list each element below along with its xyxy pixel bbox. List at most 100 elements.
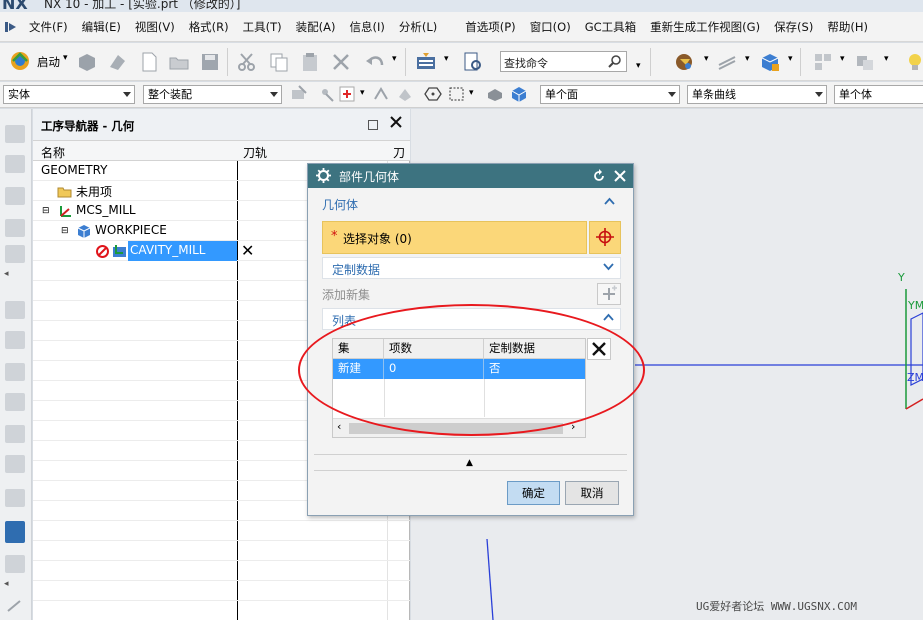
select-object-button[interactable] (589, 221, 621, 254)
copy-icon[interactable] (268, 51, 290, 73)
body-rule-select[interactable]: 单个体 (834, 85, 923, 104)
custom-data-section-header[interactable]: 定制数据 (322, 257, 621, 279)
part-icon[interactable] (76, 51, 98, 73)
menu-assembly[interactable]: 装配(A) (289, 19, 343, 35)
curve-rule-select[interactable]: 单条曲线 (687, 85, 827, 104)
paste-icon[interactable] (299, 51, 321, 73)
render-dropdown-icon[interactable]: ▾ (884, 54, 889, 64)
shaded-view-icon[interactable] (486, 85, 504, 103)
geometry-section-header[interactable]: 几何体 (322, 193, 621, 215)
search-icon[interactable] (608, 54, 622, 71)
new-file-icon[interactable] (138, 51, 160, 73)
dialog-title-bar[interactable]: 部件几何体 (308, 164, 633, 188)
layer-dropdown-icon[interactable]: ▾ (444, 54, 449, 64)
close-icon[interactable] (389, 115, 403, 132)
menu-file[interactable]: 文件(F) (22, 19, 75, 35)
view-layout-dropdown-icon[interactable]: ▾ (840, 54, 845, 64)
open-folder-icon[interactable] (168, 51, 190, 73)
menu-analysis[interactable]: 分析(L) (392, 19, 444, 35)
menu-view[interactable]: 视图(V) (128, 19, 182, 35)
menu-gc-toolkit[interactable]: GC工具箱 (578, 19, 643, 35)
face-rule-select[interactable]: 单个面 (540, 85, 680, 104)
cut-icon[interactable] (236, 51, 258, 73)
chevron-down-icon[interactable] (603, 261, 614, 272)
general-selection-icon[interactable] (290, 85, 308, 103)
maximize-icon[interactable] (368, 120, 378, 130)
part-navigator-icon[interactable] (5, 187, 25, 205)
mfg-dropdown-icon[interactable]: ▾ (704, 54, 709, 64)
collapse-arrow-bottom-icon[interactable]: ◂ (4, 579, 9, 589)
layer-settings-icon[interactable] (415, 51, 437, 73)
assembly-box-icon[interactable] (759, 51, 781, 73)
program-order-icon[interactable] (5, 363, 25, 381)
roles-icon[interactable] (5, 489, 25, 507)
start-icon[interactable] (9, 50, 31, 72)
select-feature-icon[interactable] (318, 85, 336, 103)
chevron-up-icon[interactable] (604, 196, 615, 207)
menu-preferences[interactable]: 首选项(P) (458, 19, 522, 35)
start-button[interactable]: 启动 (37, 54, 60, 70)
lightbulb-icon[interactable] (904, 51, 923, 73)
menu-info[interactable]: 信息(I) (343, 19, 392, 35)
constraint-navigator-icon[interactable] (5, 155, 25, 173)
collapse-toggle-icon[interactable]: ⊟ (61, 226, 69, 236)
mfg-wizard-icon[interactable] (674, 51, 696, 73)
hatch-icon[interactable] (716, 51, 738, 73)
type-filter-select[interactable]: 实体 (3, 85, 135, 104)
hexagon-icon[interactable] (424, 85, 442, 103)
assembly-navigator-icon[interactable] (5, 125, 25, 143)
clock-history-icon[interactable] (5, 555, 25, 573)
select-body-icon[interactable] (396, 85, 414, 103)
expand-more-icon[interactable]: ▲ (466, 458, 473, 468)
cancel-button[interactable]: 取消 (565, 481, 619, 505)
snap-point-icon[interactable] (338, 85, 356, 103)
command-finder-icon[interactable] (462, 51, 484, 73)
menu-regenerate-view[interactable]: 重新生成工作视图(G) (643, 19, 767, 35)
machine-navigator-icon[interactable] (5, 245, 25, 263)
menu-save[interactable]: 保存(S) (767, 19, 820, 35)
assembly-dropdown-icon[interactable]: ▾ (788, 54, 793, 64)
collapse-arrow-icon[interactable]: ◂ (4, 269, 9, 279)
dialog-close-icon[interactable] (613, 169, 627, 186)
rectangle-select-dropdown-icon[interactable]: ▾ (469, 88, 474, 98)
add-new-set-button[interactable] (597, 283, 621, 305)
view-layout-icon[interactable] (812, 51, 834, 73)
undo-dropdown-icon[interactable]: ▾ (392, 54, 397, 64)
hatch-dropdown-icon[interactable]: ▾ (745, 54, 750, 64)
column-toolpath[interactable]: 刀轨 (243, 144, 267, 161)
history-icon[interactable] (5, 521, 25, 543)
blue-cube-icon[interactable] (510, 85, 528, 103)
model-icon[interactable] (106, 51, 128, 73)
feature-view-icon[interactable] (5, 455, 25, 473)
rectangle-select-icon[interactable] (448, 85, 466, 103)
undo-icon[interactable] (364, 51, 386, 73)
select-edge-icon[interactable] (372, 85, 390, 103)
command-search-input[interactable]: 查找命令 (500, 51, 627, 72)
menu-edit[interactable]: 编辑(E) (75, 19, 128, 35)
column-tool[interactable]: 刀 (393, 144, 405, 161)
reuse-library-icon[interactable] (5, 219, 25, 237)
reset-icon[interactable] (592, 169, 606, 186)
menu-help[interactable]: 帮助(H) (820, 19, 875, 35)
render-style-icon[interactable] (854, 51, 876, 73)
tool-navigator-icon[interactable] (5, 331, 25, 349)
pen-icon[interactable] (6, 599, 24, 613)
menu-tools[interactable]: 工具(T) (236, 19, 289, 35)
save-icon[interactable] (199, 51, 221, 73)
scroll-left-icon[interactable]: ‹ (337, 420, 341, 433)
geometry-view-icon[interactable] (5, 425, 25, 443)
delete-icon[interactable] (330, 51, 352, 73)
collapse-toggle-icon[interactable]: ⊟ (42, 206, 50, 216)
column-name[interactable]: 名称 (41, 144, 65, 161)
menu-window[interactable]: 窗口(O) (523, 19, 578, 35)
menu-icon[interactable] (4, 20, 18, 34)
chevron-up-icon[interactable] (603, 312, 614, 323)
start-dropdown-icon[interactable]: ▾ (63, 53, 68, 63)
scope-select[interactable]: 整个装配 (143, 85, 282, 104)
ok-button[interactable]: 确定 (507, 481, 560, 505)
operation-navigator-icon[interactable] (5, 301, 25, 319)
method-view-icon[interactable] (5, 393, 25, 411)
menu-format[interactable]: 格式(R) (182, 19, 236, 35)
snap-dropdown-icon[interactable]: ▾ (360, 88, 365, 98)
select-object-row[interactable]: * 选择对象 (0) (322, 221, 587, 254)
